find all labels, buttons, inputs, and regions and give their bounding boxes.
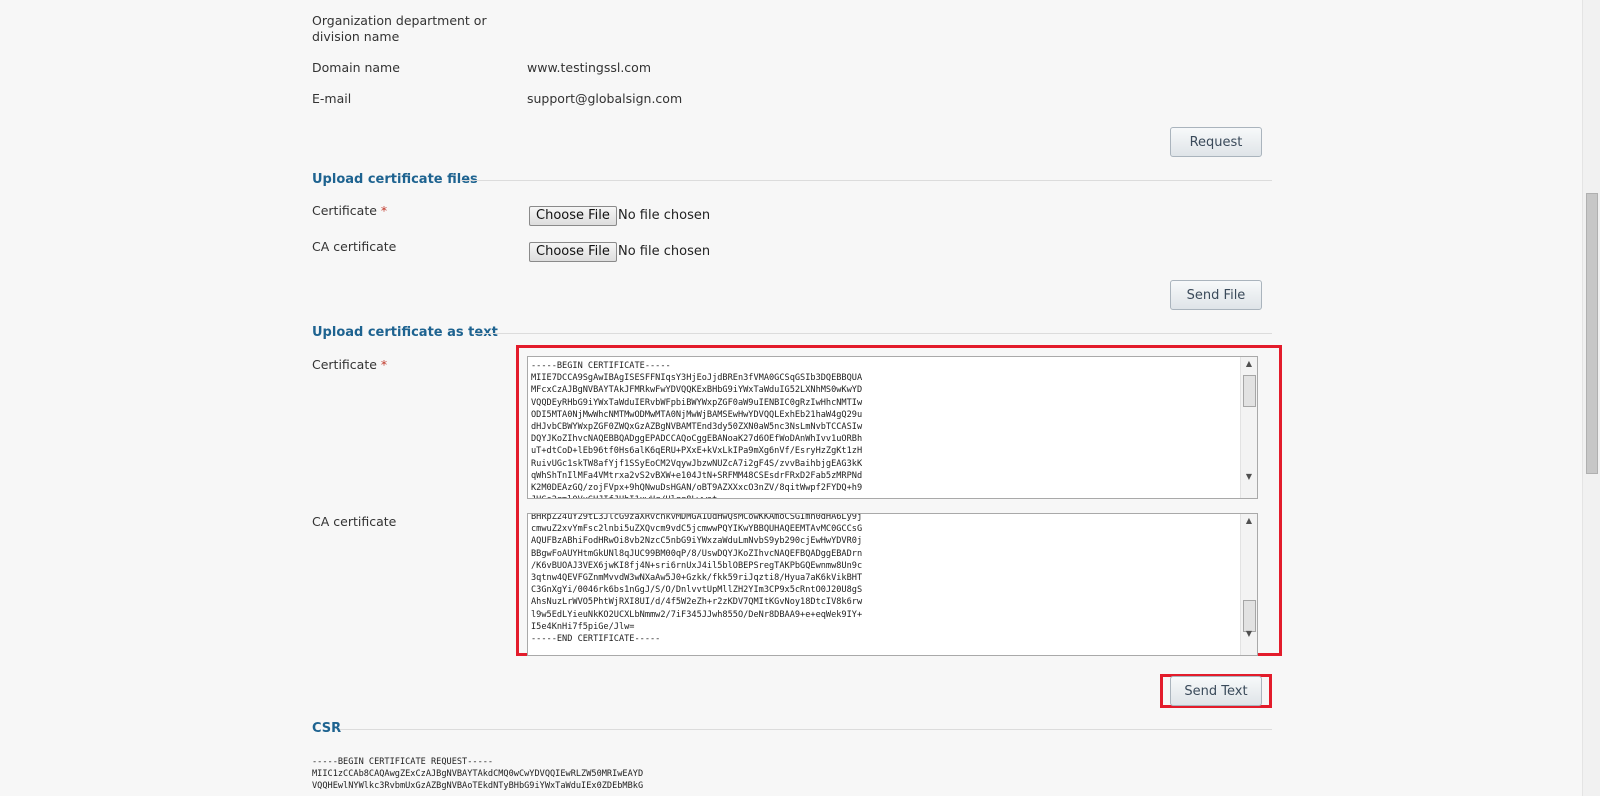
scroll-down-arrow-icon[interactable]: ▼	[1241, 627, 1257, 641]
certificate-textarea[interactable]: -----BEGIN CERTIFICATE----- MIIE7DCCA9Sg…	[527, 356, 1258, 499]
upload-files-title: Upload certificate files	[312, 172, 478, 187]
ca-file-status: No file chosen	[618, 244, 711, 259]
text-ca-label: CA certificate	[312, 514, 397, 529]
scroll-thumb[interactable]	[1243, 375, 1256, 407]
ca-scrollbar[interactable]: ▲ ▼	[1240, 514, 1257, 655]
page-scroll-thumb[interactable]	[1586, 193, 1598, 474]
upload-files-divider	[460, 180, 1272, 181]
ca-choose-file-button[interactable]: Choose File	[529, 242, 617, 262]
domain-value: www.testingssl.com	[527, 60, 651, 75]
csr-text: -----BEGIN CERTIFICATE REQUEST----- MIIC…	[312, 757, 644, 792]
send-text-button[interactable]: Send Text	[1170, 676, 1262, 706]
domain-label: Domain name	[312, 60, 400, 75]
cert-choose-file-button[interactable]: Choose File	[529, 206, 617, 226]
email-label: E-mail	[312, 91, 352, 106]
required-mark: *	[380, 357, 388, 372]
csr-divider	[340, 729, 1272, 730]
send-file-button[interactable]: Send File	[1170, 280, 1262, 310]
upload-text-title: Upload certificate as text	[312, 325, 498, 340]
certificate-text: -----BEGIN CERTIFICATE----- MIIE7DCCA9Sg…	[531, 361, 863, 498]
certificate-scrollbar[interactable]: ▲ ▼	[1240, 357, 1257, 498]
upload-ca-label: CA certificate	[312, 239, 397, 254]
upload-text-divider	[474, 333, 1272, 334]
text-cert-label: Certificate *	[312, 357, 388, 372]
request-button[interactable]: Request	[1170, 127, 1262, 157]
required-mark: *	[380, 203, 388, 218]
ca-certificate-text: BHRpZ24uY29tL3JlcG9zaXRvcnkvMDMGA1UdHwQs…	[531, 513, 863, 645]
email-value: support@globalsign.com	[527, 91, 683, 106]
dept-label: Organization department or division name	[312, 13, 487, 44]
scroll-up-arrow-icon[interactable]: ▲	[1241, 357, 1257, 371]
upload-cert-label: Certificate *	[312, 203, 388, 218]
ca-certificate-textarea[interactable]: BHRpZ24uY29tL3JlcG9zaXRvcnkvMDMGA1UdHwQs…	[527, 513, 1258, 656]
page-scrollbar[interactable]	[1582, 0, 1600, 796]
scroll-down-arrow-icon[interactable]: ▼	[1241, 470, 1257, 484]
cert-file-status: No file chosen	[618, 208, 711, 223]
scroll-up-arrow-icon[interactable]: ▲	[1241, 514, 1257, 528]
csr-title: CSR	[312, 721, 342, 736]
